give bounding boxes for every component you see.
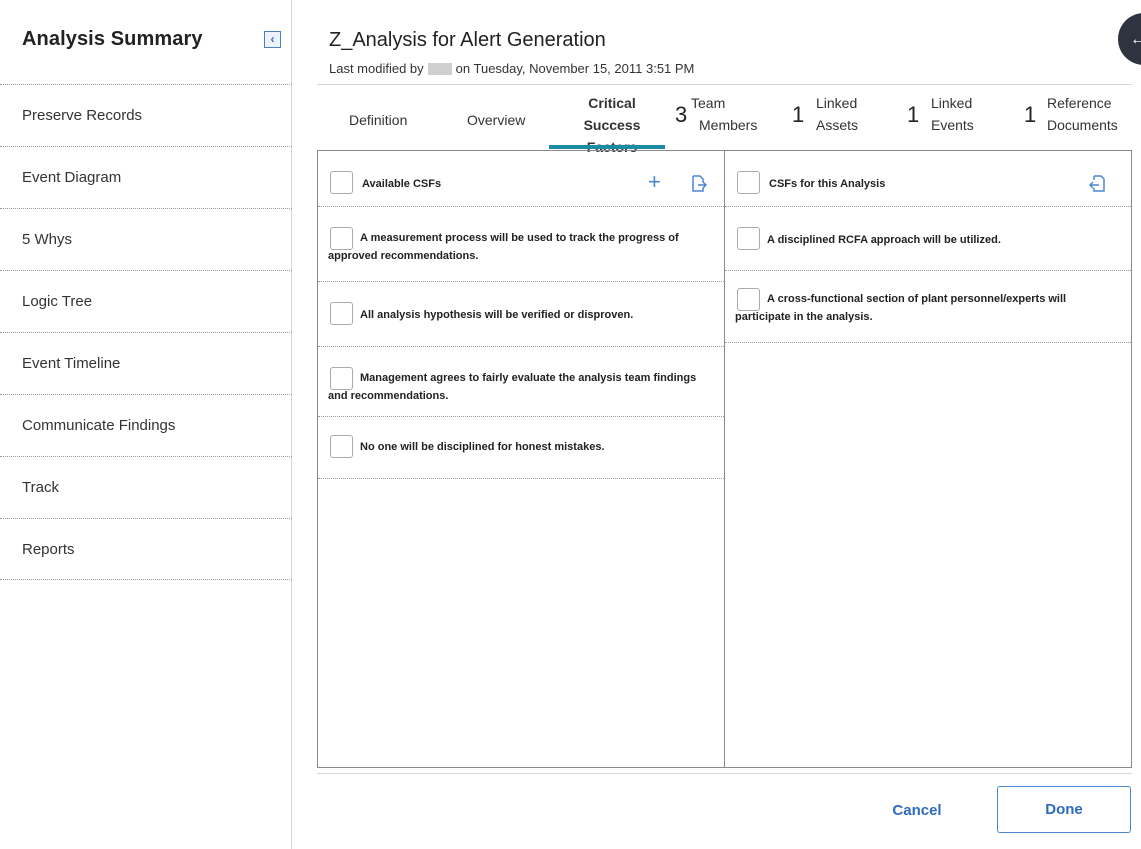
tab-label-line: Linked bbox=[931, 95, 973, 111]
active-tab-indicator bbox=[549, 145, 665, 149]
list-item: A disciplined RCFA approach will be util… bbox=[725, 207, 1131, 271]
tab-team-members[interactable]: 3 Team Members bbox=[675, 92, 765, 146]
sidebar-item-label: Communicate Findings bbox=[22, 417, 176, 434]
sidebar-item-communicate-findings[interactable]: Communicate Findings bbox=[0, 394, 292, 456]
sidebar-item-logic-tree[interactable]: Logic Tree bbox=[0, 270, 292, 332]
last-modified-info: Last modified by on Tuesday, November 15… bbox=[329, 61, 694, 76]
panel-title: Available CSFs bbox=[362, 178, 442, 190]
list-item: All analysis hypothesis will be verified… bbox=[318, 282, 724, 347]
tab-label: Overview bbox=[467, 112, 526, 128]
sidebar-item-label: Logic Tree bbox=[22, 293, 93, 310]
move-right-icon[interactable] bbox=[691, 175, 708, 195]
sidebar-item-event-timeline[interactable]: Event Timeline bbox=[0, 332, 292, 394]
item-text: Management agrees to fairly evaluate the… bbox=[328, 372, 697, 402]
footer-divider bbox=[317, 773, 1132, 774]
sidebar-item-label: Preserve Records bbox=[22, 107, 143, 124]
sidebar-item-label: 5 Whys bbox=[22, 231, 73, 248]
collapse-sidebar-button[interactable]: ‹ bbox=[264, 31, 281, 48]
tab-reference-documents[interactable]: 1 Reference Documents bbox=[1024, 92, 1134, 146]
panel-header: Available CSFs + bbox=[318, 151, 724, 207]
tab-label-line: Linked bbox=[816, 95, 858, 111]
cancel-button[interactable]: Cancel bbox=[870, 787, 964, 833]
tab-label: Definition bbox=[349, 112, 408, 128]
item-text: No one will be disciplined for honest mi… bbox=[360, 441, 605, 453]
item-text: A disciplined RCFA approach will be util… bbox=[767, 234, 1001, 246]
tab-label-line: Critical bbox=[588, 95, 636, 111]
tab-count: 1 bbox=[1024, 102, 1037, 127]
back-arrow-icon: ← bbox=[1130, 31, 1141, 48]
available-csfs-panel: Available CSFs + A measurement process w… bbox=[318, 151, 725, 767]
select-all-checkbox[interactable] bbox=[330, 171, 353, 194]
tab-linked-assets[interactable]: 1 Linked Assets bbox=[792, 92, 872, 146]
sidebar-item-preserve-records[interactable]: Preserve Records bbox=[0, 84, 292, 146]
sidebar-item-label: Event Timeline bbox=[22, 355, 121, 372]
done-button[interactable]: Done bbox=[997, 786, 1131, 833]
tab-label-line: Members bbox=[699, 117, 758, 133]
sidebar-item-label: Reports bbox=[22, 540, 75, 558]
sidebar-item-track[interactable]: Track bbox=[0, 456, 292, 518]
tab-label-line: Reference bbox=[1047, 95, 1112, 111]
tab-count: 1 bbox=[792, 102, 805, 127]
floating-action-button[interactable]: ← bbox=[1118, 13, 1141, 65]
tab-label-line: Events bbox=[931, 117, 974, 133]
header-divider bbox=[317, 84, 1132, 85]
item-text: A cross-functional section of plant pers… bbox=[735, 293, 1067, 323]
tab-label-line: Success bbox=[583, 117, 641, 133]
tab-label-line: Documents bbox=[1047, 117, 1118, 133]
sidebar-title: Analysis Summary bbox=[22, 28, 203, 50]
add-icon[interactable]: + bbox=[648, 171, 661, 193]
sidebar-header: Analysis Summary ‹ bbox=[22, 28, 290, 58]
modified-suffix: on Tuesday, November 15, 2011 3:51 PM bbox=[455, 61, 695, 76]
tab-definition[interactable]: Definition bbox=[349, 112, 407, 128]
list-item: A cross-functional section of plant pers… bbox=[725, 271, 1131, 343]
list-item: Management agrees to fairly evaluate the… bbox=[318, 347, 724, 417]
tab-label-line: Team bbox=[691, 95, 726, 111]
item-text: A measurement process will be used to tr… bbox=[328, 232, 679, 262]
main-content: Z_Analysis for Alert Generation Last mod… bbox=[292, 0, 1141, 849]
move-left-icon[interactable] bbox=[1088, 175, 1105, 195]
panel-title: CSFs for this Analysis bbox=[769, 178, 886, 190]
tab-count: 3 bbox=[675, 102, 688, 127]
sidebar-item-event-diagram[interactable]: Event Diagram bbox=[0, 146, 292, 208]
tab-count: 1 bbox=[907, 102, 920, 127]
sidebar-item-label: Event Diagram bbox=[22, 169, 122, 186]
item-text: All analysis hypothesis will be verified… bbox=[360, 309, 634, 321]
sidebar: Analysis Summary ‹ Preserve Records Even… bbox=[0, 0, 292, 849]
list-item: No one will be disciplined for honest mi… bbox=[318, 417, 724, 479]
sidebar-item-5-whys[interactable]: 5 Whys bbox=[0, 208, 292, 270]
modified-prefix: Last modified by bbox=[329, 61, 424, 76]
tab-overview[interactable]: Overview bbox=[467, 112, 525, 128]
sidebar-list: Preserve Records Event Diagram 5 Whys Lo… bbox=[0, 84, 292, 580]
chevron-left-icon: ‹ bbox=[270, 32, 275, 46]
tab-linked-events[interactable]: 1 Linked Events bbox=[907, 92, 987, 146]
panel-header: CSFs for this Analysis bbox=[725, 151, 1131, 207]
csf-panels: Available CSFs + A measurement process w… bbox=[317, 150, 1132, 768]
select-all-checkbox[interactable] bbox=[737, 171, 760, 194]
sidebar-item-label: Track bbox=[22, 479, 59, 496]
tab-label-line: Assets bbox=[816, 117, 859, 133]
sidebar-item-reports[interactable]: Reports bbox=[0, 518, 292, 580]
list-item: A measurement process will be used to tr… bbox=[318, 207, 724, 282]
redacted-username bbox=[427, 62, 452, 75]
selected-csfs-panel: CSFs for this Analysis A disciplined RCF… bbox=[725, 151, 1131, 767]
page-title: Z_Analysis for Alert Generation bbox=[329, 29, 606, 51]
